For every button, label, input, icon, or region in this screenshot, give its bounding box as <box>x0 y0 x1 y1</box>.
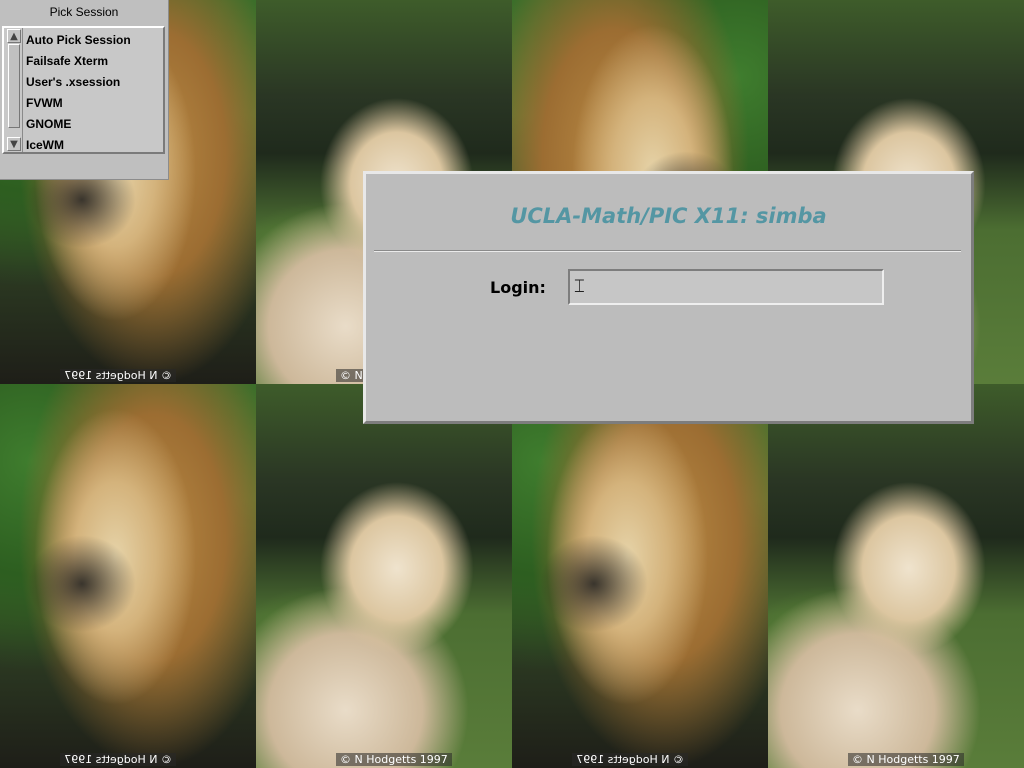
lioness-photo-tile: © N Hodgetts 1997 <box>768 384 1024 768</box>
dialog-divider <box>374 250 961 252</box>
scroll-down-arrow-icon[interactable]: ▼ <box>7 137 21 151</box>
photo-watermark: © N Hodgetts 1997 <box>572 753 688 766</box>
login-dialog: UCLA-Math/PIC X11: simba Login: ⌶ <box>363 171 974 424</box>
session-item-failsafe-xterm[interactable]: Failsafe Xterm <box>26 51 161 72</box>
scroll-up-arrow-icon[interactable]: ▲ <box>7 29 21 43</box>
photo-watermark: © N Hodgetts 1997 <box>60 753 176 766</box>
session-list-scrollbar[interactable]: ▲ ▼ <box>6 28 23 152</box>
login-input[interactable] <box>568 269 884 305</box>
photo-watermark: © N Hodgetts 1997 <box>336 753 452 766</box>
pick-session-title: Pick Session <box>49 5 119 19</box>
session-item-gnome[interactable]: GNOME <box>26 114 161 135</box>
photo-watermark: © N Hodgetts 1997 <box>848 753 964 766</box>
session-list[interactable]: ▲ ▼ Auto Pick Session Failsafe Xterm Use… <box>2 26 165 154</box>
session-items: Auto Pick Session Failsafe Xterm User's … <box>26 30 161 156</box>
session-item-user-xsession[interactable]: User's .xsession <box>26 72 161 93</box>
lion-photo-tile: © N Hodgetts 1997 <box>512 384 768 768</box>
login-greeting: UCLA-Math/PIC X11: simba <box>510 204 827 228</box>
session-item-fvwm[interactable]: FVWM <box>26 93 161 114</box>
login-label: Login: <box>490 278 546 297</box>
photo-watermark: © N Hodgetts 1997 <box>60 369 176 382</box>
scrollbar-thumb[interactable] <box>8 44 20 128</box>
text-cursor-icon: ⌶ <box>574 276 585 298</box>
session-item-auto-pick[interactable]: Auto Pick Session <box>26 30 161 51</box>
pick-session-panel: Pick Session ▲ ▼ Auto Pick Session Fails… <box>0 0 169 180</box>
lion-photo-tile: © N Hodgetts 1997 <box>0 384 256 768</box>
lioness-photo-tile: © N Hodgetts 1997 <box>256 384 512 768</box>
session-item-icewm[interactable]: IceWM <box>26 135 161 156</box>
